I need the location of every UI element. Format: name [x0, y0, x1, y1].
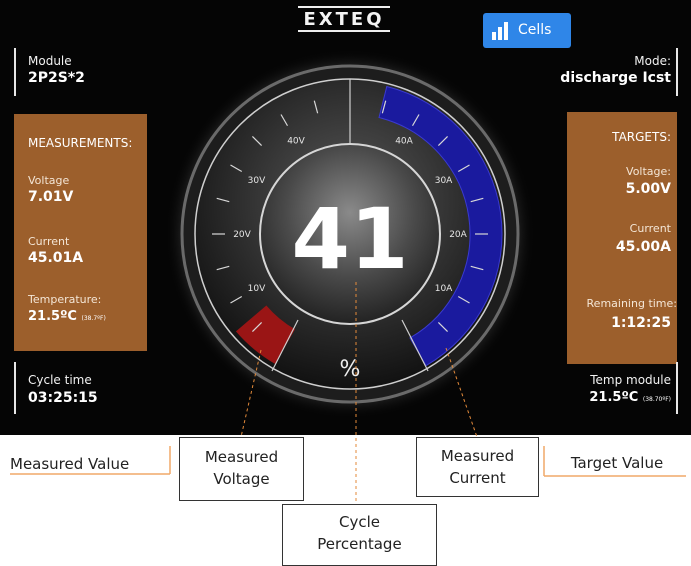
- voltage-tick-label: 10V: [248, 284, 266, 294]
- target-voltage-label: Voltage:: [626, 165, 671, 178]
- target-current-value: 45.00A: [615, 239, 671, 255]
- right-divider-top: [676, 48, 678, 96]
- module-value: 2P2S*2: [28, 70, 85, 86]
- cells-button[interactable]: Cells: [483, 13, 571, 48]
- remaining-time-value: 1:12:25: [611, 315, 671, 331]
- targets-title: TARGETS:: [612, 130, 671, 144]
- temp-module-f: (38.70ºF): [642, 396, 671, 403]
- cells-button-label: Cells: [518, 22, 552, 38]
- measured-value-caption: Measured Value: [10, 455, 160, 473]
- right-divider-bottom: [676, 362, 678, 414]
- voltage-tick-label: 30V: [248, 176, 266, 186]
- left-divider-top: [14, 48, 16, 96]
- device-screen: 10V 20V 30V 40V 10A 20A 30A 40A 41 % EXTEQ Cell…: [0, 0, 691, 435]
- measured-voltage-caption: Measured Voltage: [179, 437, 304, 501]
- voltage-tick-label: 40V: [287, 136, 305, 146]
- measured-voltage-value: 7.01V: [28, 189, 74, 205]
- temp-module-c: 21.5ºC: [589, 390, 639, 405]
- current-tick-label: 30A: [435, 176, 453, 186]
- remaining-time-label: Remaining time:: [586, 297, 677, 310]
- measured-temperature-label: Temperature:: [28, 293, 102, 306]
- measured-temperature-f: (38.7ºF): [81, 315, 106, 322]
- left-divider-bottom: [14, 362, 16, 414]
- cycle-time-value: 03:25:15: [28, 390, 98, 406]
- voltage-tick-label: 20V: [233, 230, 251, 240]
- cycle-percentage-caption: Cycle Percentage: [282, 504, 437, 566]
- target-current-label: Current: [629, 222, 671, 235]
- cycle-percentage-value: 41: [292, 190, 409, 288]
- temp-module-label: Temp module: [590, 373, 671, 387]
- bar-chart-icon: [492, 22, 508, 40]
- current-tick-label: 20A: [449, 230, 467, 240]
- current-tick-label: 10A: [435, 284, 453, 294]
- module-label: Module: [28, 54, 72, 68]
- exteq-logo: EXTEQ: [298, 6, 390, 32]
- target-voltage-value: 5.00V: [625, 181, 671, 197]
- measured-voltage-label: Voltage: [28, 174, 70, 187]
- logo-text: EXTEQ: [303, 9, 385, 30]
- measured-current-label: Current: [28, 235, 70, 248]
- measured-current-caption: Measured Current: [416, 437, 539, 497]
- mode-label: Mode:: [634, 54, 671, 68]
- temp-module-value: 21.5ºC (38.70ºF): [589, 390, 671, 408]
- current-tick-label: 40A: [395, 136, 413, 146]
- target-value-caption: Target Value: [553, 454, 681, 472]
- measured-current-value: 45.01A: [28, 250, 84, 266]
- mode-value: discharge Icst: [560, 70, 671, 86]
- measured-temperature-value: 21.5ºC (38.7ºF): [28, 309, 106, 327]
- measured-temperature-c: 21.5ºC: [28, 309, 77, 324]
- measurements-title: MEASUREMENTS:: [28, 136, 133, 150]
- percent-symbol: %: [340, 357, 361, 382]
- cycle-time-label: Cycle time: [28, 373, 92, 387]
